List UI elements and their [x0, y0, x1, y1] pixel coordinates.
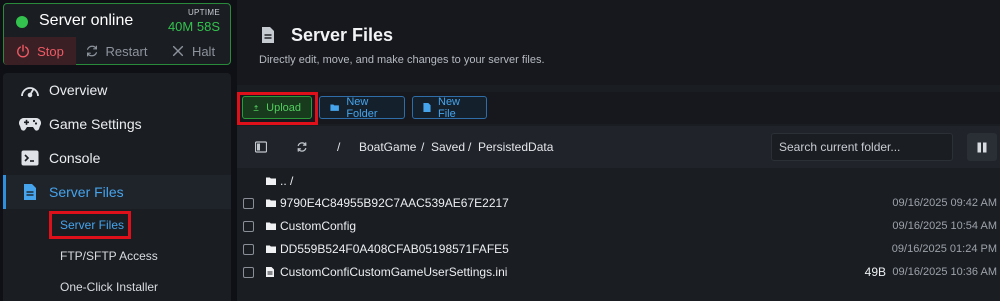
- table-row[interactable]: DD559B524F0A408CFAB05198571FAFE5 09/16/2…: [237, 238, 1000, 260]
- sidebar: Server online UPTIME 40M 58S Stop Restar…: [0, 0, 232, 301]
- columns-icon: [977, 142, 987, 152]
- parent-folder-row[interactable]: .. /: [237, 170, 1000, 192]
- sidebar-item-overview[interactable]: Overview: [3, 73, 231, 107]
- speedometer-icon: [19, 81, 41, 99]
- uptime-label: UPTIME: [187, 8, 220, 17]
- file-date: 09/16/2025 01:24 PM: [891, 243, 997, 255]
- online-status-dot: [16, 16, 28, 28]
- folder-icon: [266, 177, 276, 185]
- breadcrumb-segment[interactable]: PersistedData: [478, 140, 553, 154]
- breadcrumb-separator: /: [468, 140, 472, 154]
- page-title: Server Files: [291, 25, 394, 45]
- halt-button[interactable]: Halt: [156, 37, 230, 65]
- close-icon: [172, 45, 184, 57]
- power-controls: Stop Restart Halt: [4, 37, 230, 65]
- new-folder-label: New Folder: [346, 95, 378, 120]
- file-name: DD559B524F0A408CFAB05198571FAFE5: [280, 242, 509, 256]
- power-icon: [17, 44, 30, 58]
- terminal-icon: [19, 149, 41, 167]
- sidebar-item-label: Server Files: [49, 184, 124, 200]
- subnav-item-label: One-Click Installer: [60, 280, 159, 294]
- breadcrumb-segment[interactable]: Saved: [431, 140, 465, 154]
- highlight-annotation: [49, 211, 131, 239]
- server-status-card: Server online UPTIME 40M 58S Stop Restar…: [3, 3, 231, 65]
- file-date: 09/16/2025 10:36 AM: [892, 266, 997, 278]
- refresh-icon[interactable]: [296, 140, 308, 158]
- table-row[interactable]: CustomConfig 09/16/2025 10:54 AM: [237, 215, 1000, 237]
- folder-icon: [266, 245, 276, 253]
- uptime-value: 40M 58S: [167, 19, 220, 34]
- select-all-icon[interactable]: [254, 140, 268, 158]
- new-file-button[interactable]: New File: [412, 95, 487, 120]
- table-row[interactable]: CustomConfiCustomGameUserSettings.ini 49…: [237, 261, 1000, 283]
- row-checkbox[interactable]: [243, 220, 254, 232]
- halt-label: Halt: [191, 43, 216, 59]
- stop-label: Stop: [37, 43, 64, 59]
- folder-plus-icon: [330, 104, 339, 111]
- main-content: Server Files Directly edit, move, and ma…: [237, 0, 1000, 301]
- file-name: CustomConfiCustomGameUserSettings.ini: [280, 265, 508, 279]
- app-root: Server online UPTIME 40M 58S Stop Restar…: [0, 0, 1000, 301]
- file-icon: [19, 183, 41, 201]
- sidebar-item-label: Overview: [49, 82, 108, 98]
- table-row[interactable]: 9790E4C84955B92C7AAC539AE67E2217 09/16/2…: [237, 192, 1000, 214]
- page-header: Server Files Directly edit, move, and ma…: [237, 0, 1000, 85]
- sidebar-item-label: Console: [49, 150, 101, 166]
- row-checkbox[interactable]: [243, 266, 254, 278]
- sidebar-item-game-settings[interactable]: Game Settings: [3, 107, 231, 141]
- breadcrumb-segment[interactable]: BoatGame: [359, 140, 416, 154]
- file-size: 49B: [864, 265, 886, 279]
- path-bar: / BoatGame / Saved / PersistedData: [237, 126, 1000, 168]
- breadcrumb-separator: /: [421, 140, 425, 154]
- folder-icon: [266, 199, 276, 207]
- file-plus-icon: [423, 103, 431, 112]
- file-date: 09/16/2025 09:42 AM: [892, 197, 997, 209]
- sidebar-item-label: Game Settings: [49, 116, 142, 132]
- file-icon: [266, 267, 274, 277]
- row-checkbox[interactable]: [243, 197, 254, 209]
- breadcrumb-root[interactable]: /: [337, 140, 340, 154]
- restart-label: Restart: [105, 43, 148, 59]
- gamepad-icon: [19, 115, 41, 133]
- restart-button[interactable]: Restart: [76, 37, 156, 65]
- file-toolbar: Upload New Folder New File: [237, 92, 1000, 124]
- server-status-text: Server online: [39, 12, 134, 29]
- new-file-label: New File: [438, 95, 461, 120]
- view-toggle-button[interactable]: [967, 133, 997, 161]
- search-input[interactable]: [771, 133, 953, 161]
- stop-button[interactable]: Stop: [4, 37, 76, 65]
- subnav-item-ftp-access[interactable]: FTP/SFTP Access: [3, 242, 231, 270]
- page-subtitle: Directly edit, move, and make changes to…: [259, 54, 545, 66]
- file-name: 9790E4C84955B92C7AAC539AE67E2217: [280, 196, 509, 210]
- subnav-item-one-click-installer[interactable]: One-Click Installer: [3, 273, 231, 301]
- row-checkbox[interactable]: [243, 243, 254, 255]
- file-name: .. /: [280, 174, 294, 188]
- new-folder-button[interactable]: New Folder: [319, 95, 405, 120]
- highlight-annotation: [237, 92, 318, 125]
- file-date: 09/16/2025 10:54 AM: [892, 220, 997, 232]
- sidebar-item-server-files[interactable]: Server Files: [3, 175, 231, 209]
- refresh-icon: [86, 45, 97, 57]
- folder-icon: [266, 222, 276, 230]
- file-icon: [261, 26, 275, 49]
- subnav-item-label: FTP/SFTP Access: [60, 249, 158, 263]
- file-name: CustomConfig: [280, 219, 357, 233]
- sidebar-nav: Overview Game Settings Console Server Fi…: [3, 73, 231, 301]
- sidebar-item-console[interactable]: Console: [3, 141, 231, 175]
